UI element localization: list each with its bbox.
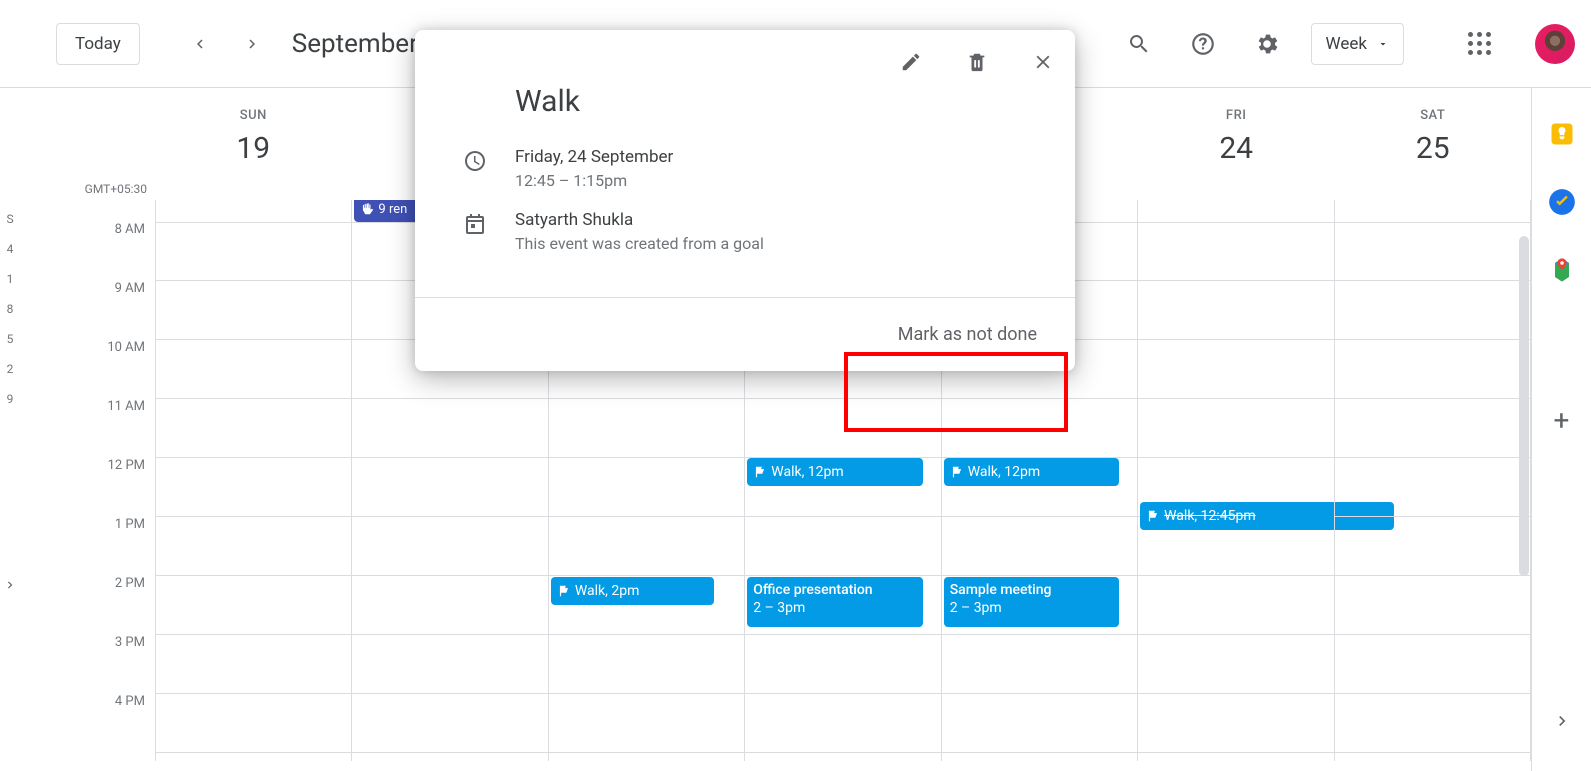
popup-footer: Mark as not done — [415, 297, 1075, 371]
time-label: 9 AM — [20, 281, 155, 340]
mini-cal-frag: 5 — [7, 328, 14, 350]
day-number: 24 — [1138, 131, 1335, 166]
time-label: 11 AM — [20, 399, 155, 458]
day-number: 19 — [155, 131, 352, 166]
search-icon — [1127, 32, 1151, 56]
day-name: SUN — [155, 108, 352, 123]
help-icon — [1190, 31, 1216, 57]
keep-button[interactable] — [1548, 120, 1576, 148]
popup-owner: Satyarth Shukla — [515, 210, 764, 230]
event-title: Office presentation — [753, 581, 872, 599]
chevron-right-icon — [243, 35, 261, 53]
clock-icon — [463, 149, 487, 173]
event-label: Walk, 12pm — [771, 464, 843, 480]
day-header-sat[interactable]: SAT 25 — [1334, 88, 1531, 200]
event-label: Walk, 2pm — [575, 583, 640, 599]
event-walk-thu[interactable]: Walk, 12pm — [944, 458, 1119, 486]
side-panel: + — [1531, 88, 1591, 771]
event-sample-meeting[interactable]: Sample meeting 2 – 3pm — [944, 577, 1119, 627]
day-header-fri[interactable]: FRI 24 — [1138, 88, 1335, 200]
event-label: 9 ren — [378, 202, 407, 217]
mini-cal-frag: 9 — [7, 388, 14, 410]
event-label: Walk, 12pm — [968, 464, 1040, 480]
next-week-button[interactable] — [232, 24, 272, 64]
close-icon — [1032, 51, 1054, 73]
tasks-button[interactable] — [1548, 188, 1576, 216]
account-avatar[interactable] — [1535, 24, 1575, 64]
mini-cal-frag: S — [6, 208, 13, 230]
popup-toolbar — [415, 30, 1075, 80]
prev-week-button[interactable] — [180, 24, 220, 64]
delete-event-button[interactable] — [959, 44, 995, 80]
edit-event-button[interactable] — [893, 44, 929, 80]
collapse-panel-button[interactable] — [1552, 711, 1572, 731]
time-label: 3 PM — [20, 635, 155, 694]
keep-icon — [1548, 120, 1576, 148]
event-time: 2 – 3pm — [950, 599, 1002, 617]
trash-icon — [966, 51, 988, 73]
event-office-presentation[interactable]: Office presentation 2 – 3pm — [747, 577, 922, 627]
nav-arrows — [180, 24, 272, 64]
time-label: 8 AM — [20, 222, 155, 281]
gear-icon — [1254, 31, 1280, 57]
add-addon-button[interactable]: + — [1554, 404, 1570, 437]
time-label: 1 PM — [20, 517, 155, 576]
sidebar-expand-button[interactable] — [3, 578, 17, 592]
mini-cal-frag: 8 — [7, 298, 14, 320]
event-title: Sample meeting — [950, 581, 1052, 599]
chevron-right-icon — [1552, 711, 1572, 731]
search-button[interactable] — [1119, 24, 1159, 64]
day-name: FRI — [1138, 108, 1335, 123]
popup-date: Friday, 24 September — [515, 147, 673, 167]
hand-icon — [360, 202, 374, 216]
calendar-icon — [463, 212, 487, 236]
settings-button[interactable] — [1247, 24, 1287, 64]
event-label: Walk, 12:45pm — [1164, 508, 1256, 524]
day-column-sat[interactable] — [1334, 200, 1531, 761]
day-column-sun[interactable] — [155, 200, 351, 761]
mini-cal-frag: 2 — [7, 358, 14, 380]
event-walk-tue[interactable]: Walk, 2pm — [551, 577, 714, 605]
flag-icon — [950, 465, 964, 479]
flag-icon — [753, 465, 767, 479]
flag-icon — [1146, 509, 1160, 523]
flag-icon — [557, 584, 571, 598]
mini-calendar-strip: S 4 1 8 5 2 9 — [0, 88, 20, 771]
pencil-icon — [900, 51, 922, 73]
popup-goal-note: This event was created from a goal — [515, 234, 764, 253]
mark-not-done-button[interactable]: Mark as not done — [886, 316, 1049, 353]
popup-time: 12:45 – 1:15pm — [515, 171, 673, 190]
mini-cal-frag: 1 — [7, 268, 14, 290]
timezone-label: GMT+05:30 — [20, 88, 155, 200]
day-number: 25 — [1334, 131, 1531, 166]
popup-title: Walk — [515, 84, 1035, 119]
dropdown-icon — [1377, 38, 1389, 50]
event-walk-wed[interactable]: Walk, 12pm — [747, 458, 922, 486]
today-button[interactable]: Today — [56, 23, 140, 65]
day-name: SAT — [1334, 108, 1531, 123]
chevron-right-icon — [3, 578, 17, 592]
tasks-icon — [1548, 188, 1576, 216]
view-label: Week — [1326, 34, 1367, 54]
time-label: 4 PM — [20, 694, 155, 753]
header-right: Week — [1119, 23, 1575, 65]
time-axis: 8 AM 9 AM 10 AM 11 AM 12 PM 1 PM 2 PM 3 … — [20, 200, 155, 761]
maps-icon — [1548, 256, 1576, 284]
event-reminders[interactable]: 9 ren — [354, 200, 424, 222]
scrollbar[interactable] — [1519, 236, 1529, 576]
time-label: 2 PM — [20, 576, 155, 635]
chevron-left-icon — [191, 35, 209, 53]
time-label: 12 PM — [20, 458, 155, 517]
event-time: 2 – 3pm — [753, 599, 805, 617]
event-popup: Walk Friday, 24 September 12:45 – 1:15pm… — [415, 30, 1075, 371]
view-selector[interactable]: Week — [1311, 23, 1404, 65]
day-header-sun[interactable]: SUN 19 — [155, 88, 352, 200]
google-apps-button[interactable] — [1468, 32, 1491, 55]
day-column-fri[interactable]: Walk, 12:45pm — [1137, 200, 1333, 761]
maps-button[interactable] — [1548, 256, 1576, 284]
time-label: 10 AM — [20, 340, 155, 399]
close-popup-button[interactable] — [1025, 44, 1061, 80]
support-button[interactable] — [1183, 24, 1223, 64]
mini-cal-frag: 4 — [7, 238, 14, 260]
